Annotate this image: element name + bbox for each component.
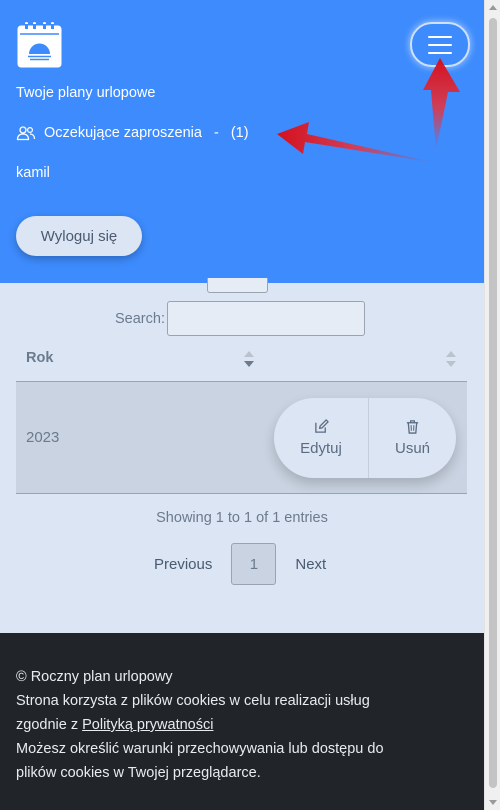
- logout-button[interactable]: Wyloguj się: [16, 216, 142, 256]
- row-actions: Edytuj Usuń: [274, 398, 456, 478]
- scroll-thumb[interactable]: [489, 18, 497, 788]
- invites-separator: -: [213, 125, 219, 141]
- scroll-down-icon[interactable]: [489, 800, 497, 805]
- entries-length-select[interactable]: [207, 278, 268, 293]
- people-icon: [16, 126, 36, 141]
- invites-label: Oczekujące zaproszenia: [44, 125, 202, 141]
- calendar-sun-icon[interactable]: [16, 20, 63, 69]
- sort-desc-icon[interactable]: [243, 350, 255, 368]
- delete-label: Usuń: [394, 440, 431, 457]
- footer-policy-line: zgodnie z Polityką prywatności: [16, 713, 468, 737]
- edit-label: Edytuj: [300, 440, 342, 457]
- trash-icon: [406, 420, 419, 434]
- pagination-next[interactable]: Next: [276, 556, 342, 573]
- edit-icon: [314, 419, 329, 433]
- table-info: Showing 1 to 1 of 1 entries: [156, 510, 328, 526]
- pagination-previous[interactable]: Previous: [140, 556, 231, 573]
- privacy-policy-link[interactable]: Polityką prywatności: [82, 717, 213, 733]
- footer-cookies-line: Strona korzysta z plików cookies w celu …: [16, 693, 370, 709]
- footer-browser-line: plików cookies w Twojej przeglądarce.: [16, 765, 261, 781]
- edit-button[interactable]: Edytuj: [274, 398, 369, 478]
- hamburger-menu-icon[interactable]: [410, 22, 470, 67]
- navbar: Twoje plany urlopowe Oczekujące zaprosze…: [0, 0, 484, 283]
- search-label: Search:: [115, 310, 165, 327]
- delete-button[interactable]: Usuń: [369, 398, 456, 478]
- table-search: Search:: [115, 301, 365, 336]
- sort-both-icon[interactable]: [445, 350, 457, 368]
- pagination-page-1[interactable]: 1: [231, 543, 277, 585]
- invites-count-badge: (1): [230, 125, 249, 141]
- footer-policy-prefix: zgodnie z: [16, 717, 83, 733]
- footer-copyright: © Roczny plan urlopowy: [16, 669, 173, 685]
- vertical-scrollbar[interactable]: [484, 0, 500, 810]
- column-header-rok[interactable]: Rok: [26, 350, 53, 366]
- table-header: Rok: [16, 338, 467, 382]
- footer: © Roczny plan urlopowy Strona korzysta z…: [0, 633, 484, 810]
- search-input[interactable]: [166, 301, 365, 336]
- plans-table: Rok 2023 Edytuj Usuń: [16, 338, 467, 494]
- nav-link-invites[interactable]: Oczekujące zaproszenia - (1): [16, 125, 249, 141]
- footer-storage-line: Możesz określić warunki przechowywania l…: [16, 741, 384, 757]
- pagination: Previous 1 Next: [140, 543, 342, 585]
- cell-year: 2023: [26, 429, 60, 446]
- nav-link-plans[interactable]: Twoje plany urlopowe: [16, 85, 155, 101]
- table-row: 2023 Edytuj Usuń: [16, 382, 467, 494]
- page-viewport: Twoje plany urlopowe Oczekujące zaprosze…: [0, 0, 484, 810]
- nav-username: kamil: [16, 165, 50, 181]
- scroll-up-icon[interactable]: [489, 5, 497, 10]
